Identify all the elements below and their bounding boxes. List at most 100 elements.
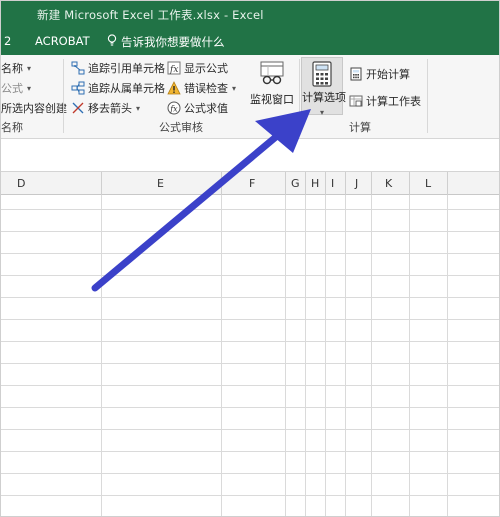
trace-dependents-button[interactable]: 追踪从属单元格 (71, 79, 165, 97)
calculation-options-label: 计算选项 (302, 91, 346, 104)
watch-window-button[interactable]: 监视窗口 (249, 61, 295, 109)
chevron-down-icon: ▾ (27, 83, 32, 93)
cell-grid[interactable] (1, 195, 499, 516)
svg-text:fx: fx (169, 65, 178, 75)
group-divider (427, 59, 428, 133)
grid-line (285, 195, 286, 516)
grid-line (1, 363, 499, 364)
grid-line (1, 473, 499, 474)
grid-line (1, 429, 499, 430)
column-divider (345, 172, 346, 196)
calculate-sheet-icon (349, 95, 363, 107)
trace-dependents-label: 追踪从属单元格 (88, 82, 165, 95)
grid-line (1, 209, 499, 210)
evaluate-formula-label: 公式求值 (184, 102, 228, 115)
tab-acrobat[interactable]: ACROBAT (35, 34, 90, 48)
formula-bar-area (1, 139, 499, 171)
define-name-item[interactable]: 名称 ▾ (1, 59, 31, 77)
calculate-sheet-label: 计算工作表 (366, 95, 421, 108)
error-checking-button[interactable]: 错误检查 ▾ (167, 79, 236, 97)
group-label-names: 名称 (1, 121, 23, 134)
group-label-formula-auditing: 公式审核 (159, 121, 203, 134)
column-header-k[interactable]: K (385, 177, 392, 190)
grid-line (409, 195, 410, 516)
grid-line (1, 231, 499, 232)
grid-line (101, 195, 102, 516)
use-in-formula-label: 公式 (1, 82, 23, 95)
calculate-now-icon (350, 67, 362, 81)
column-header-j[interactable]: J (355, 177, 358, 190)
remove-arrows-button[interactable]: 移去箭头 ▾ (71, 99, 140, 117)
grid-line (345, 195, 346, 516)
use-in-formula-item[interactable]: 公式 ▾ (1, 79, 31, 97)
grid-line (1, 451, 499, 452)
grid-line (371, 195, 372, 516)
calculation-options-button[interactable]: 计算选项 ▾ (301, 57, 346, 117)
trace-precedents-label: 追踪引用单元格 (88, 62, 165, 75)
column-divider (221, 172, 222, 196)
column-header-l[interactable]: L (425, 177, 431, 190)
column-divider (371, 172, 372, 196)
column-header-h[interactable]: H (311, 177, 319, 190)
ribbon-tab-bar: 2 ACROBAT 告诉我你想要做什么 (1, 27, 499, 55)
grid-line (447, 195, 448, 516)
grid-line (1, 495, 499, 496)
excel-window: 新建 Microsoft Excel 工作表.xlsx - Excel 2 AC… (0, 0, 500, 517)
evaluate-formula-button[interactable]: fx 公式求值 (167, 99, 228, 117)
define-name-label: 名称 (1, 62, 23, 75)
title-bar: 新建 Microsoft Excel 工作表.xlsx - Excel (1, 1, 499, 27)
chevron-down-icon: ▾ (136, 103, 141, 113)
grid-line (221, 195, 222, 516)
ribbon-formulas: 名称 ▾ 公式 ▾ 所选内容创建 名称 追踪引用单元格 追踪从属单元格 移去箭头… (1, 55, 499, 139)
chevron-down-icon: ▾ (319, 108, 324, 117)
remove-arrows-icon (72, 102, 84, 114)
grid-line (1, 275, 499, 276)
grid-line (325, 195, 326, 516)
grid-line (1, 253, 499, 254)
tab-partial[interactable]: 2 (4, 34, 11, 48)
column-divider (305, 172, 306, 196)
grid-line (1, 407, 499, 408)
show-formulas-icon: fx (167, 61, 181, 75)
calculate-now-button[interactable]: 开始计算 (349, 65, 410, 83)
calculator-icon (312, 61, 332, 87)
create-from-selection-label: 所选内容创建 (1, 102, 67, 115)
show-formulas-button[interactable]: fx 显示公式 (167, 59, 228, 77)
window-title: 新建 Microsoft Excel 工作表.xlsx - Excel (37, 8, 264, 22)
tell-me-search[interactable]: 告诉我你想要做什么 (121, 34, 225, 50)
column-header-i[interactable]: I (331, 177, 334, 190)
column-header-g[interactable]: G (291, 177, 300, 190)
trace-dependents-icon (71, 81, 85, 95)
grid-line (1, 341, 499, 342)
trace-precedents-button[interactable]: 追踪引用单元格 (71, 59, 165, 77)
calculate-now-label: 开始计算 (366, 68, 410, 81)
grid-line (305, 195, 306, 516)
group-divider (63, 59, 64, 133)
column-header-f[interactable]: F (249, 177, 255, 190)
grid-line (1, 385, 499, 386)
evaluate-formula-icon: fx (167, 101, 181, 115)
show-formulas-label: 显示公式 (184, 62, 228, 75)
create-from-selection-item[interactable]: 所选内容创建 (1, 99, 67, 117)
column-divider (447, 172, 448, 196)
grid-line (1, 319, 499, 320)
error-checking-label: 错误检查 (184, 82, 228, 95)
remove-arrows-label: 移去箭头 (88, 102, 132, 115)
column-divider (285, 172, 286, 196)
calculate-sheet-button[interactable]: 计算工作表 (349, 92, 421, 110)
column-divider (101, 172, 102, 196)
column-header-e[interactable]: E (157, 177, 164, 190)
column-divider (325, 172, 326, 196)
group-divider (299, 59, 300, 133)
chevron-down-icon: ▾ (232, 83, 237, 93)
grid-line (1, 297, 499, 298)
column-header-d[interactable]: D (17, 177, 25, 190)
watch-window-icon (260, 61, 284, 85)
trace-precedents-icon (71, 61, 85, 75)
error-checking-icon (167, 81, 181, 95)
column-header-bar: D E F G H I J K L (1, 171, 499, 196)
chevron-down-icon: ▾ (27, 63, 32, 73)
lightbulb-icon (107, 34, 117, 46)
watch-window-label: 监视窗口 (250, 93, 294, 106)
column-divider (409, 172, 410, 196)
